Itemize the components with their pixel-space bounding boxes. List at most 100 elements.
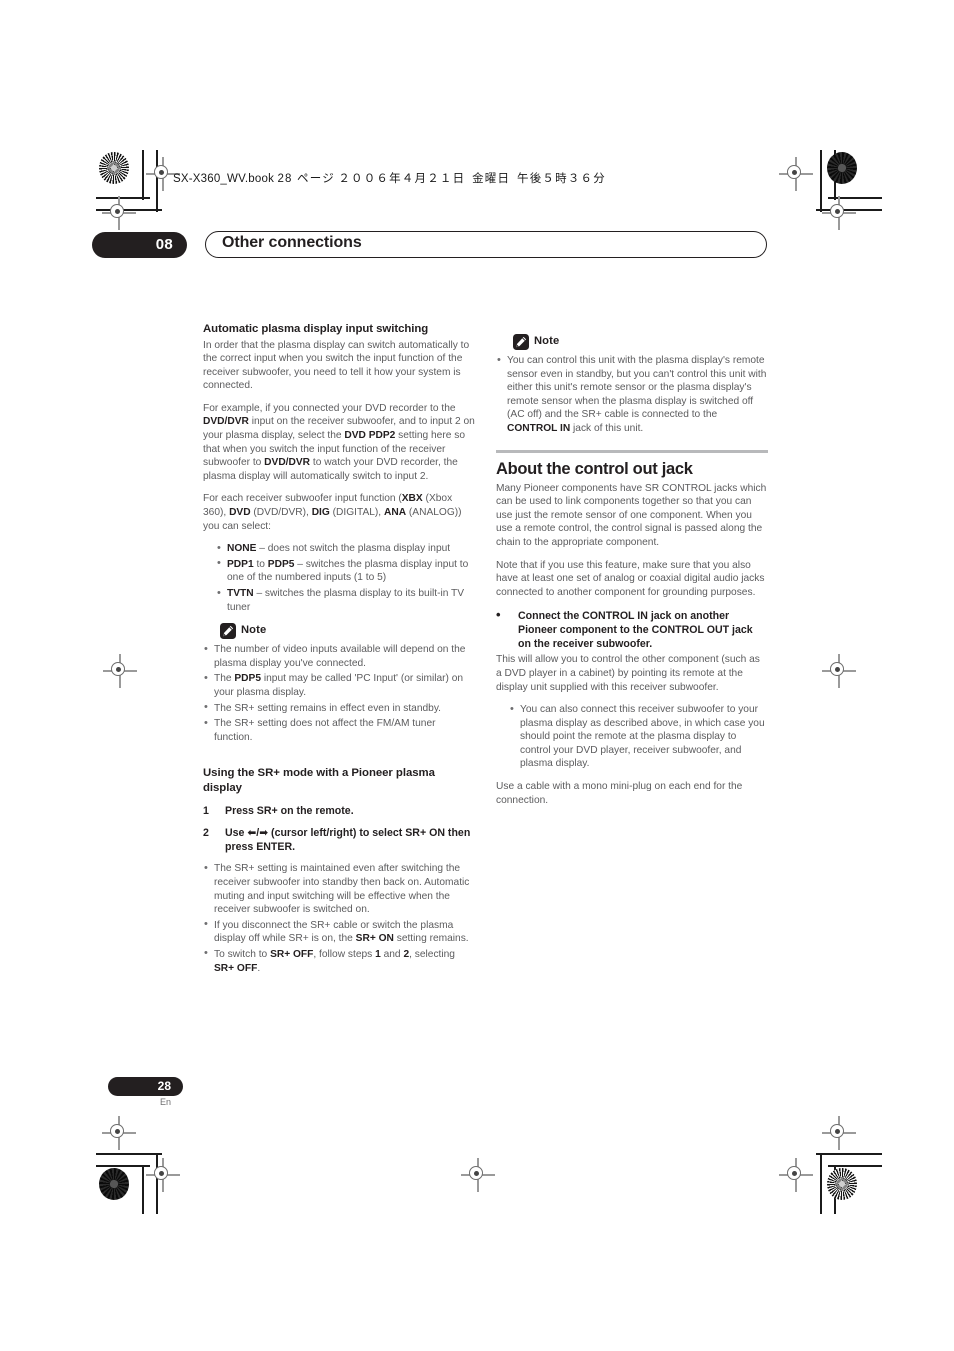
term-pdp5: PDP5: [234, 673, 262, 685]
registration-mark-top-left-lower: [102, 196, 136, 230]
list-item: The number of video inputs available wil…: [203, 643, 475, 670]
registration-color-patch-top-right: [827, 152, 857, 184]
slug-weekday: 金曜日: [472, 173, 511, 185]
registration-color-patch-top-left: [99, 152, 129, 184]
paragraph-cable-requirement: Use a cable with a mono mini-plug on eac…: [496, 781, 743, 806]
registration-mark-left-middle: [103, 654, 137, 688]
paragraph-grounding-note: Note that if you use this feature, make …: [496, 559, 765, 598]
list-item: You can also connect this receiver subwo…: [509, 703, 768, 771]
crop-mark-bottom-left: [96, 1152, 166, 1214]
option-term-pdp1: PDP1: [227, 558, 254, 570]
option-term-tvtn: TVTN: [227, 588, 254, 599]
text-frag: You can control this unit with the plasm…: [507, 355, 767, 421]
note-header-left: Note: [220, 623, 475, 640]
section-divider-rule: [496, 449, 768, 453]
list-item: The SR+ setting remains in effect even i…: [203, 701, 475, 716]
slug-page-ref: 28 ページ: [277, 173, 335, 185]
list-item: If you disconnect the SR+ cable or switc…: [203, 918, 475, 946]
term-sr-plus-off: SR+ OFF: [270, 948, 314, 960]
registration-mark-top-right: [779, 157, 813, 191]
step-number: 2: [203, 827, 209, 840]
right-bullet-list: You can also connect this receiver subwo…: [509, 703, 768, 771]
instruction-text: Connect the CONTROL IN jack on another P…: [518, 610, 753, 651]
text-frag: For each receiver subwoofer input functi…: [203, 493, 402, 505]
text-frag: .: [257, 962, 261, 974]
note-list-left: The number of video inputs available wil…: [203, 643, 475, 744]
right-column: Note You can control this unit with the …: [496, 322, 768, 816]
instruction-connect-control-in: Connect the CONTROL IN jack on another P…: [496, 608, 768, 651]
text-frag: To switch to: [214, 948, 271, 960]
text-frag: , selecting: [409, 948, 455, 960]
note-text: The number of video inputs available wil…: [214, 644, 466, 669]
registration-mark-bottom-right-upper: [822, 1116, 856, 1150]
option-list: NONE – does not switch the plasma displa…: [216, 542, 475, 614]
crop-mark-top-left: [96, 150, 166, 212]
option-desc: – does not switch the plasma display inp…: [256, 543, 451, 555]
page-number-badge: 28: [108, 1077, 183, 1096]
left-column: Automatic plasma display input switching…: [203, 322, 475, 984]
registration-color-patch-bottom-right: [827, 1168, 857, 1200]
note-header-right: Note: [513, 334, 768, 350]
registration-mark-bottom-left: [146, 1158, 180, 1192]
term-dvd: DVD: [229, 507, 251, 519]
text-frag: jack of this unit.: [570, 422, 644, 434]
text-frag: Use: [225, 827, 248, 840]
term-dig: DIG: [311, 507, 330, 519]
registration-color-patch-bottom-left: [99, 1168, 129, 1200]
note-label: Note: [534, 335, 560, 348]
pencil-note-icon: [513, 334, 529, 350]
text-frag: The: [214, 673, 235, 685]
text-frag: to: [253, 558, 268, 570]
term-xbx: XBX: [401, 493, 423, 505]
paragraph-intro: In order that the plasma display can swi…: [203, 339, 470, 392]
list-item: The SR+ setting is maintained even after…: [203, 862, 475, 916]
list-item: NONE – does not switch the plasma displa…: [216, 542, 475, 556]
registration-mark-right-middle: [822, 654, 856, 688]
registration-mark-bottom-right: [779, 1158, 813, 1192]
note-text: The SR+ setting is maintained even after…: [214, 863, 470, 916]
option-term-pdp5: PDP5: [267, 558, 295, 570]
text-frag: For example, if you connected your DVD r…: [203, 402, 456, 414]
crop-mark-bottom-right: [812, 1152, 882, 1214]
term-dvd-pdp2: DVD PDP2: [344, 430, 396, 442]
chapter-number-badge: 08: [92, 232, 187, 258]
page-title: Other connections: [222, 234, 362, 251]
list-item: You can control this unit with the plasm…: [496, 354, 768, 436]
note-list-right: You can control this unit with the plasm…: [496, 354, 768, 436]
registration-mark-bottom-center: [461, 1158, 495, 1192]
paragraph-input-functions: For each receiver subwoofer input functi…: [203, 492, 475, 533]
slug-date: ２００６年４月２１日: [338, 173, 466, 185]
term-dvd-dvr-2: DVD/DVR: [264, 457, 311, 469]
step-2: 2 Use ⬅/➡ (cursor left/right) to select …: [203, 826, 475, 854]
pencil-note-icon: [220, 623, 236, 640]
note-text: The SR+ setting does not affect the FM/A…: [214, 718, 436, 743]
list-item: PDP1 to PDP5 – switches the plasma displ…: [216, 557, 475, 585]
registration-mark-top-right-lower: [822, 196, 856, 230]
paragraph-sr-control-jacks: Many Pioneer components have SR CONTROL …: [496, 482, 767, 548]
list-item: The PDP5 input may be called 'PC Input' …: [203, 672, 475, 699]
text-frag: , follow steps: [313, 948, 376, 960]
step-text: Use ⬅/➡ (cursor left/right) to select SR…: [225, 826, 475, 854]
paragraph-example: For example, if you connected your DVD r…: [203, 402, 475, 484]
printer-slug-line: SX-X360_WV.book 28 ページ ２００６年４月２１日 金曜日 午後…: [173, 170, 606, 186]
text-frag: and: [380, 948, 404, 960]
note-text: You can also connect this receiver subwo…: [520, 704, 765, 770]
crop-mark-top-right: [812, 150, 882, 212]
text-frag: setting remains.: [393, 933, 469, 945]
paragraph-allows-control: This will allow you to control the other…: [496, 654, 760, 693]
note-text: The SR+ setting remains in effect even i…: [214, 702, 441, 714]
step-text: Press SR+ on the remote.: [225, 805, 354, 818]
term-control-in: CONTROL IN: [507, 422, 571, 434]
step-1: 1 Press SR+ on the remote.: [203, 804, 475, 818]
step-number: 1: [203, 805, 209, 818]
heading-automatic-plasma-input-switching: Automatic plasma display input switching: [203, 323, 429, 335]
list-item: To switch to SR+ OFF, follow steps 1 and…: [203, 947, 475, 975]
note-label: Note: [241, 624, 267, 637]
page-language-code: En: [159, 1097, 171, 1107]
slug-time: 午後５時３６分: [517, 173, 606, 185]
term-sr-plus-off-2: SR+ OFF: [214, 962, 258, 974]
heading-using-sr-plus-mode: Using the SR+ mode with a Pioneer plasma…: [203, 767, 435, 794]
term-ana: ANA: [383, 507, 407, 519]
slug-filename: SX-X360_WV.book: [173, 173, 275, 185]
registration-mark-bottom-left-upper: [102, 1116, 136, 1150]
